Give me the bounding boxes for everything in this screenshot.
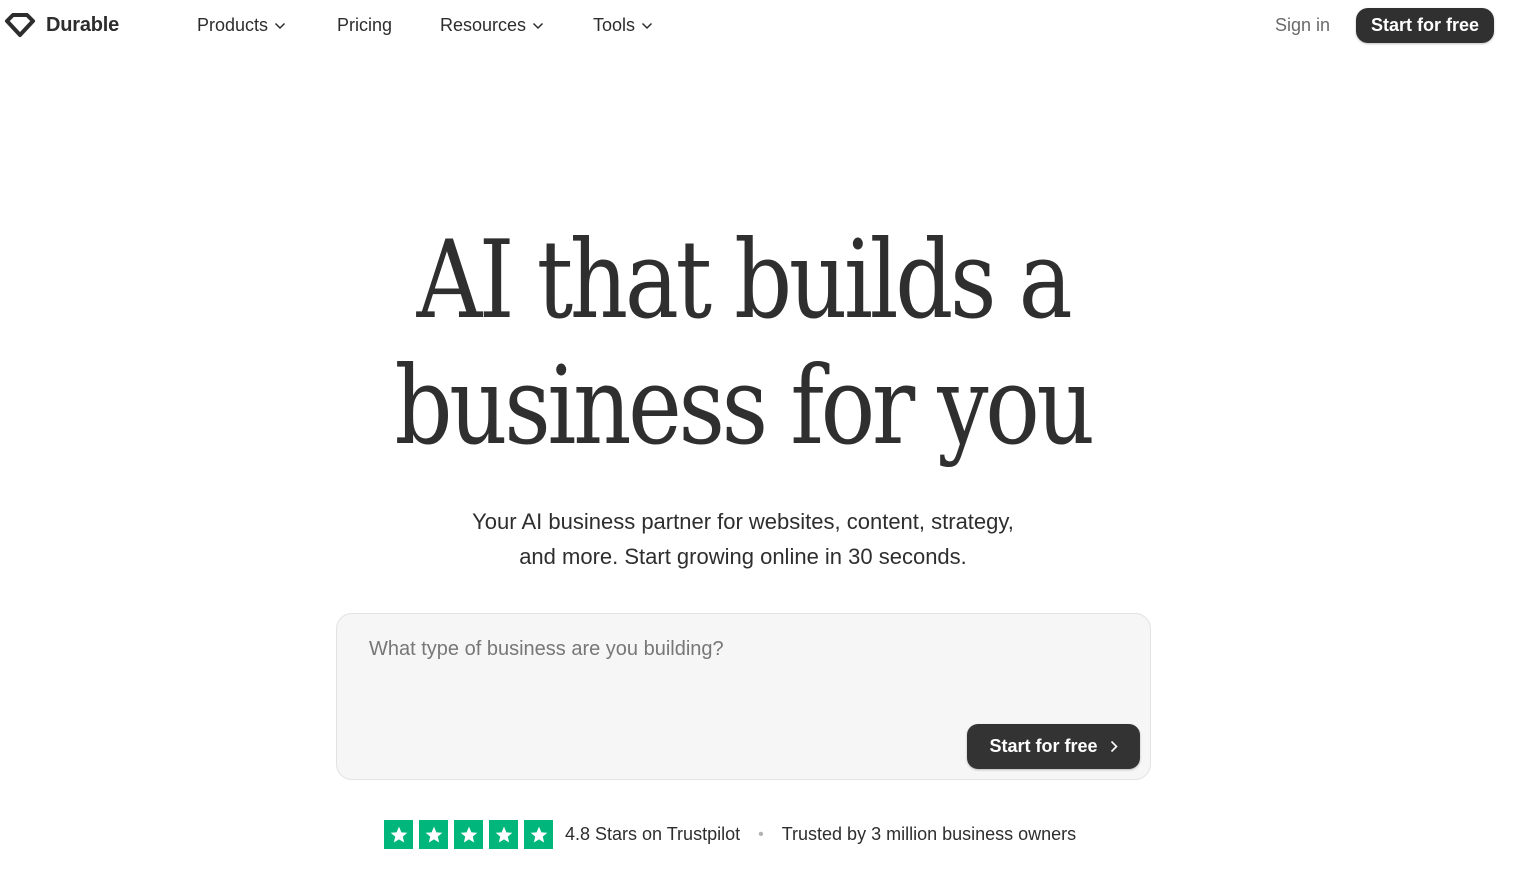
start-for-free-button[interactable]: Start for free xyxy=(1356,8,1494,43)
brand-logo-link[interactable]: Durable xyxy=(4,12,119,38)
hero-headline-line: AI that builds a xyxy=(416,218,1073,343)
chevron-down-icon xyxy=(533,22,544,29)
business-prompt-box: Start for free xyxy=(336,613,1151,780)
hero-headline-line: business for you xyxy=(394,344,1094,469)
trusted-by-text: Trusted by 3 million business owners xyxy=(781,824,1077,844)
prompt-start-for-free-button[interactable]: Start for free xyxy=(967,724,1140,769)
star-icon xyxy=(524,820,553,849)
nav-item-tools[interactable]: Tools xyxy=(593,15,653,36)
trustpilot-rating-text: 4.8 Stars on Trustpilot xyxy=(565,824,741,844)
diamond-logo-icon xyxy=(4,12,36,38)
hero-headline: AI that builds a business for you xyxy=(119,218,1367,470)
star-icon xyxy=(489,820,518,849)
chevron-right-icon xyxy=(1110,740,1118,753)
nav-item-label: Tools xyxy=(593,15,636,35)
separator-dot: • xyxy=(758,825,764,843)
nav-item-label: Resources xyxy=(440,15,527,35)
hero-subtitle-line: Your AI business partner for websites, c… xyxy=(472,509,1014,534)
chevron-down-icon xyxy=(275,22,286,29)
prompt-cta-label: Start for free xyxy=(989,736,1098,756)
sign-in-link[interactable]: Sign in xyxy=(1275,15,1330,36)
chevron-down-icon xyxy=(642,22,653,29)
hero-subtitle-line: and more. Start growing online in 30 sec… xyxy=(519,544,967,569)
nav-item-products[interactable]: Products xyxy=(197,15,286,36)
nav-item-resources[interactable]: Resources xyxy=(440,15,544,36)
trust-bar: 4.8 Stars on Trustpilot • Trusted by 3 m… xyxy=(384,820,1076,849)
hero-subtitle: Your AI business partner for websites, c… xyxy=(0,504,1486,574)
top-navigation: Durable Products Pricing Resources Tools… xyxy=(0,0,1516,52)
nav-item-label: Pricing xyxy=(337,15,393,35)
business-type-input[interactable] xyxy=(367,634,1107,714)
trustpilot-stars xyxy=(384,820,553,849)
nav-item-pricing[interactable]: Pricing xyxy=(337,15,392,36)
nav-item-label: Products xyxy=(197,15,269,35)
star-icon xyxy=(419,820,448,849)
star-icon xyxy=(384,820,413,849)
brand-name: Durable xyxy=(46,13,120,36)
star-icon xyxy=(454,820,483,849)
